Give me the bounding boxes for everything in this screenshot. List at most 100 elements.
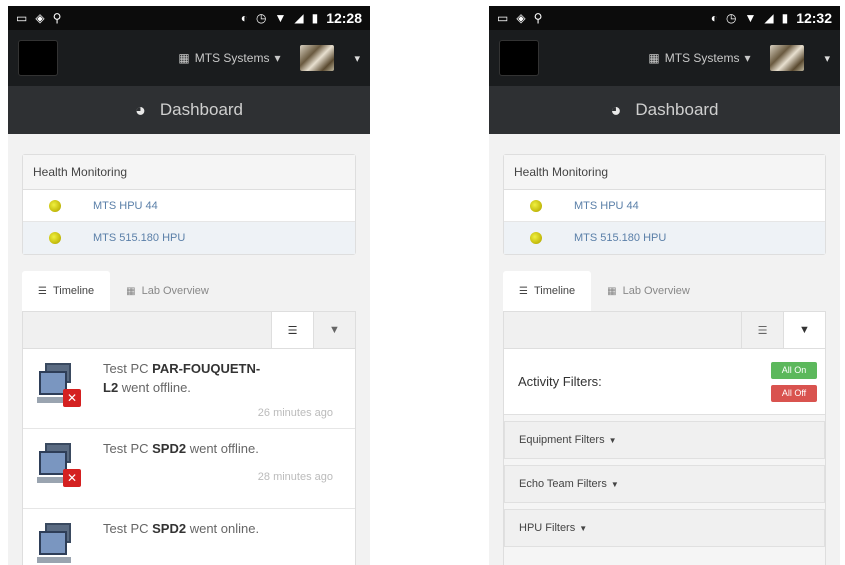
- tab-label: Lab Overview: [622, 285, 690, 297]
- health-item[interactable]: MTS 515.180 HPU: [504, 222, 825, 254]
- pc-name: SPD2: [152, 521, 187, 536]
- list-icon: ☰: [757, 324, 768, 337]
- timestamp: 28 minutes ago: [257, 471, 333, 483]
- status-indicator-icon: [530, 232, 542, 244]
- message-prefix: Test PC: [103, 441, 153, 456]
- filter-group-label: HPU Filters: [519, 522, 576, 534]
- panel-title: Health Monitoring: [504, 155, 825, 190]
- tab-timeline[interactable]: ☰ Timeline: [22, 271, 111, 311]
- chevron-down-icon: ▼: [579, 523, 588, 533]
- filter-icon: ▼: [799, 324, 810, 336]
- notification-icon: ◈: [35, 11, 45, 25]
- signal-icon: ◢: [764, 11, 774, 25]
- message-prefix: Test PC: [103, 521, 153, 536]
- dashboard-header: ◕ Dashboard: [8, 86, 370, 134]
- health-item-link[interactable]: MTS HPU 44: [574, 200, 639, 212]
- timeline-message: Test PC SPD2 went offline.: [103, 439, 273, 508]
- chevron-down-icon: ▾: [744, 51, 751, 65]
- tab-label: Timeline: [533, 285, 576, 297]
- list-view-button[interactable]: ☰: [741, 312, 783, 348]
- location-icon: ⚲: [533, 11, 543, 25]
- health-monitoring-panel: Health Monitoring MTS HPU 44 MTS 515.180…: [22, 154, 356, 255]
- chevron-down-icon: ▼: [610, 479, 619, 489]
- panel-title: Health Monitoring: [23, 155, 355, 190]
- dashboard-gauge-icon: ◕: [134, 99, 146, 120]
- health-item-link[interactable]: MTS 515.180 HPU: [574, 232, 666, 244]
- all-off-button[interactable]: All Off: [771, 384, 817, 402]
- filter-button[interactable]: ▼: [313, 312, 355, 348]
- timeline-message: Test PC SPD2 went online.: [103, 519, 273, 565]
- dashboard-gauge-icon: ◕: [610, 99, 622, 120]
- health-item-link[interactable]: MTS HPU 44: [93, 200, 158, 212]
- chevron-down-icon: ▾: [274, 51, 281, 65]
- wifi-icon: ▼: [274, 11, 287, 25]
- tab-label: Timeline: [52, 285, 95, 297]
- sync-icon: ◐: [240, 11, 248, 25]
- pc-name: SPD2: [152, 441, 187, 456]
- filter-group-label: Equipment Filters: [519, 434, 605, 446]
- status-indicator-icon: [49, 199, 61, 212]
- user-avatar[interactable]: [770, 45, 805, 71]
- list-icon: ☰: [287, 324, 298, 337]
- battery-icon: ▮: [781, 11, 789, 25]
- computer-online-icon: [37, 523, 83, 565]
- screenshot-icon: ▭: [497, 11, 509, 25]
- message-prefix: Test PC: [103, 361, 153, 376]
- hpu-filters-dropdown[interactable]: HPU Filters ▼: [504, 509, 825, 547]
- timeline-item[interactable]: Test PC SPD2 went online.: [23, 509, 355, 565]
- org-dropdown[interactable]: ▦ MTS Systems ▾: [178, 51, 280, 65]
- org-name: MTS Systems: [194, 51, 270, 65]
- tab-timeline[interactable]: ☰ Timeline: [503, 271, 592, 311]
- wifi-icon: ▼: [744, 11, 757, 25]
- alarm-icon: ◷: [255, 11, 267, 25]
- health-item[interactable]: MTS HPU 44: [23, 190, 355, 222]
- org-dropdown[interactable]: ▦ MTS Systems ▾: [648, 51, 750, 65]
- dashboard-header: ◕ Dashboard: [489, 86, 840, 134]
- health-item-link[interactable]: MTS 515.180 HPU: [93, 232, 185, 244]
- tab-lab-overview[interactable]: ▦ Lab Overview: [591, 271, 706, 311]
- echo-team-filters-dropdown[interactable]: Echo Team Filters ▼: [504, 465, 825, 503]
- user-avatar[interactable]: [300, 45, 335, 71]
- brand-logo[interactable]: [499, 40, 539, 76]
- status-time: 12:32: [796, 10, 832, 26]
- tab-label: Lab Overview: [141, 285, 209, 297]
- tab-bar: ☰ Timeline ▦ Lab Overview: [503, 271, 826, 311]
- status-indicator-icon: [530, 199, 542, 212]
- timeline-toolbar: ☰ ▼: [503, 311, 826, 349]
- user-menu-caret-icon[interactable]: ▾: [824, 52, 830, 65]
- all-on-button[interactable]: All On: [771, 361, 817, 379]
- screenshot-icon: ▭: [16, 11, 28, 25]
- brand-logo[interactable]: [18, 40, 58, 76]
- tab-bar: ☰ Timeline ▦ Lab Overview: [22, 271, 356, 311]
- page-title: Dashboard: [159, 100, 244, 119]
- tab-lab-overview[interactable]: ▦ Lab Overview: [110, 271, 225, 311]
- activity-filters-header: Activity Filters: All On All Off: [504, 349, 825, 415]
- status-indicator-icon: [49, 232, 61, 244]
- computer-offline-icon: ✕: [37, 363, 83, 409]
- page-title: Dashboard: [635, 100, 719, 119]
- chevron-down-icon: ▼: [608, 435, 617, 445]
- filter-icon: ▼: [329, 324, 340, 336]
- location-icon: ⚲: [52, 11, 62, 25]
- top-navbar: ▦ MTS Systems ▾ ▾: [489, 30, 840, 86]
- status-time: 12:28: [326, 10, 362, 26]
- health-monitoring-panel: Health Monitoring MTS HPU 44 MTS 515.180…: [503, 154, 826, 255]
- health-item[interactable]: MTS 515.180 HPU: [23, 222, 355, 254]
- health-item[interactable]: MTS HPU 44: [504, 190, 825, 222]
- user-menu-caret-icon[interactable]: ▾: [354, 52, 360, 65]
- filter-button[interactable]: ▼: [783, 312, 825, 348]
- status-bar: ▭ ◈ ⚲ ◐ ◷ ▼ ◢ ▮ 12:28: [8, 6, 370, 30]
- notification-icon: ◈: [516, 11, 526, 25]
- timeline-list: ✕ Test PC PAR-FOUQUETN-L2 went offline. …: [22, 349, 356, 565]
- alarm-icon: ◷: [725, 11, 737, 25]
- equipment-filters-dropdown[interactable]: Equipment Filters ▼: [504, 421, 825, 459]
- timeline-toolbar: ☰ ▼: [22, 311, 356, 349]
- list-view-button[interactable]: ☰: [271, 312, 313, 348]
- timeline-item[interactable]: ✕ Test PC PAR-FOUQUETN-L2 went offline. …: [23, 349, 355, 429]
- timestamp: 26 minutes ago: [257, 407, 333, 419]
- phone-screen-left: ▭ ◈ ⚲ ◐ ◷ ▼ ◢ ▮ 12:28 ▦ MTS Systems ▾ ▾ …: [8, 6, 370, 565]
- org-name: MTS Systems: [664, 51, 740, 65]
- timeline-item[interactable]: ✕ Test PC SPD2 went offline. 28 minutes …: [23, 429, 355, 509]
- list-icon: ☰: [519, 285, 528, 297]
- message-suffix: went offline.: [186, 441, 259, 456]
